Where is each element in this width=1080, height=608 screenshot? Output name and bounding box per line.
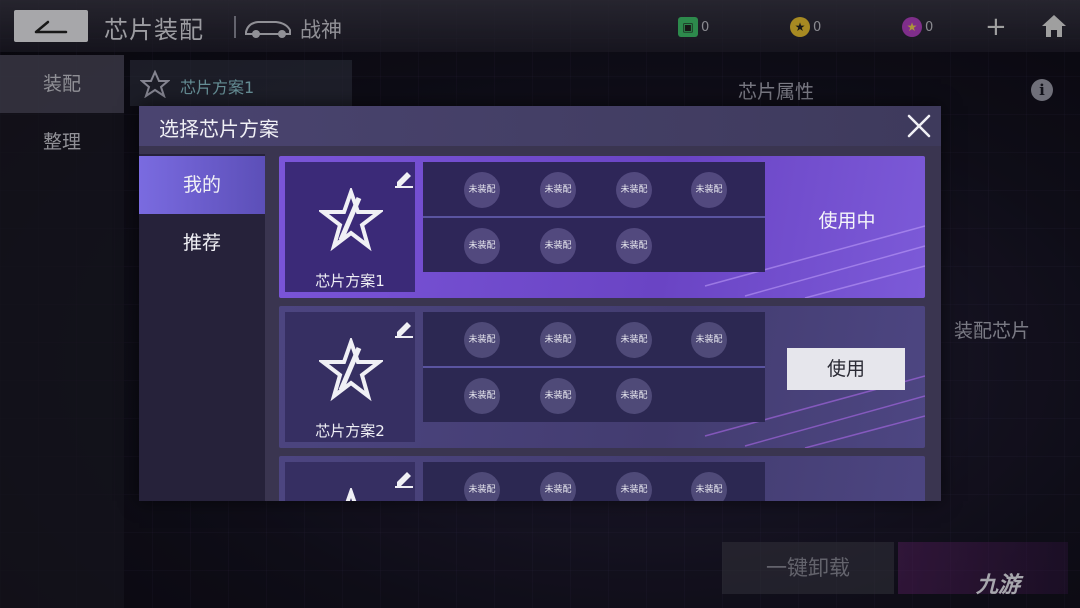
chip-slot[interactable]: 未装配: [691, 322, 727, 358]
slot-divider: [423, 216, 765, 218]
slot-divider: [423, 366, 765, 368]
scheme-name: 芯片方案2: [315, 422, 385, 440]
chip-slots: 未装配 未装配 未装配 未装配 未装配 未装配 未装配: [423, 162, 765, 272]
chip-slots: 未装配 未装配 未装配 未装配: [423, 462, 765, 501]
chip-slot[interactable]: 未装配: [464, 172, 500, 208]
chip-slot[interactable]: 未装配: [616, 472, 652, 501]
chip-slot[interactable]: 未装配: [464, 228, 500, 264]
edit-icon[interactable]: [393, 318, 415, 338]
chip-slot[interactable]: 未装配: [464, 472, 500, 501]
chip-slot[interactable]: 未装配: [616, 228, 652, 264]
use-scheme-button[interactable]: 使用: [787, 348, 905, 390]
chip-slot[interactable]: 未装配: [616, 172, 652, 208]
chip-slot[interactable]: 未装配: [464, 378, 500, 414]
close-icon[interactable]: [905, 112, 933, 140]
chip-slot[interactable]: 未装配: [540, 322, 576, 358]
edit-icon[interactable]: [393, 468, 415, 488]
chip-slot[interactable]: 未装配: [540, 378, 576, 414]
chip-slot[interactable]: 未装配: [691, 172, 727, 208]
edit-icon[interactable]: [393, 168, 415, 188]
scheme-name: 芯片方案1: [315, 272, 385, 290]
chip-slot[interactable]: 未装配: [540, 472, 576, 501]
scheme-thumbnail: [285, 462, 415, 501]
chip-slot[interactable]: 未装配: [616, 378, 652, 414]
scheme-thumbnail: 芯片方案2: [285, 312, 415, 442]
chip-slot[interactable]: 未装配: [540, 172, 576, 208]
tab-mine[interactable]: 我的: [139, 156, 265, 214]
scheme-card[interactable]: 芯片方案1 未装配 未装配 未装配 未装配 未装配 未装配 未装配 使用中: [279, 156, 925, 298]
scheme-list[interactable]: 芯片方案1 未装配 未装配 未装配 未装配 未装配 未装配 未装配 使用中 芯片…: [269, 154, 941, 501]
star-emblem-icon: [345, 488, 357, 501]
chip-slot[interactable]: 未装配: [540, 228, 576, 264]
in-use-status: 使用中: [818, 210, 876, 232]
scheme-card[interactable]: 未装配 未装配 未装配 未装配: [279, 456, 925, 501]
scheme-thumbnail: 芯片方案1: [285, 162, 415, 292]
scheme-card[interactable]: 芯片方案2 未装配 未装配 未装配 未装配 未装配 未装配 未装配 使用: [279, 306, 925, 448]
select-scheme-modal: 选择芯片方案 我的 推荐 芯片方案1 未装配 未装配 未装配 未装配 未装配 未…: [139, 106, 941, 501]
modal-title: 选择芯片方案: [159, 117, 279, 141]
star-emblem-icon: [319, 188, 383, 252]
chip-slot[interactable]: 未装配: [464, 322, 500, 358]
chip-slot[interactable]: 未装配: [691, 472, 727, 501]
chip-slot[interactable]: 未装配: [616, 322, 652, 358]
tab-recommended[interactable]: 推荐: [139, 214, 265, 272]
star-emblem-icon: [319, 338, 383, 402]
chip-slots: 未装配 未装配 未装配 未装配 未装配 未装配 未装配: [423, 312, 765, 422]
